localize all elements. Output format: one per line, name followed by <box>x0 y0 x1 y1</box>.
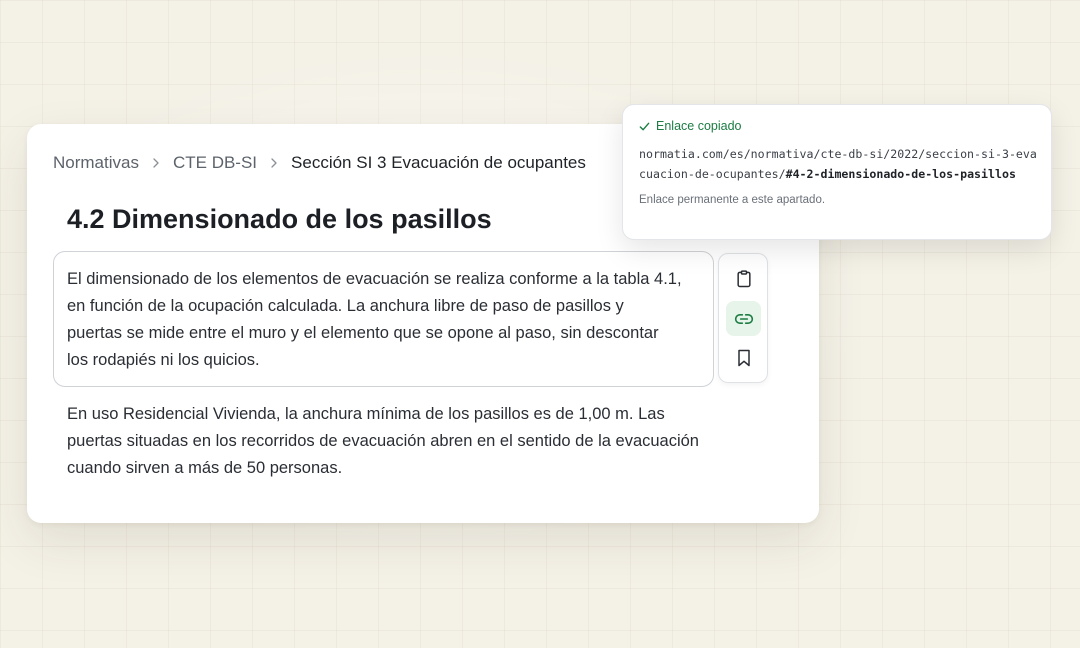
copy-link-button[interactable] <box>726 301 761 336</box>
link-copied-popover: Enlace copiado normatia.com/es/normativa… <box>622 104 1052 240</box>
permalink-url-anchor: #4-2-dimensionado-de-los-pasillos <box>785 167 1016 181</box>
breadcrumb-item-normativas[interactable]: Normativas <box>53 153 139 173</box>
bookmark-button[interactable] <box>726 340 761 375</box>
permalink-url[interactable]: normatia.com/es/normativa/cte-db-si/2022… <box>639 144 1039 184</box>
copy-status: Enlace copiado <box>639 118 1035 134</box>
section-title: 4.2 Dimensionado de los pasillos <box>67 204 492 234</box>
selected-paragraph-text: El dimensionado de los elementos de evac… <box>67 270 682 369</box>
copy-status-text: Enlace copiado <box>656 119 742 133</box>
breadcrumb: Normativas CTE DB-SI Sección SI 3 Evacua… <box>53 153 586 173</box>
paragraph-text: En uso Residencial Vivienda, la anchura … <box>67 405 699 477</box>
selected-paragraph[interactable]: El dimensionado de los elementos de evac… <box>53 251 714 387</box>
link-icon <box>734 313 753 324</box>
check-icon <box>639 122 650 130</box>
permalink-note: Enlace permanente a este apartado. <box>639 194 826 206</box>
copy-text-button[interactable] <box>726 261 761 296</box>
chevron-right-icon <box>151 158 161 168</box>
clipboard-icon <box>736 269 751 287</box>
breadcrumb-item-cte-db-si[interactable]: CTE DB-SI <box>173 153 257 173</box>
paragraph-toolbar <box>718 253 768 383</box>
breadcrumb-current: Sección SI 3 Evacuación de ocupantes <box>291 153 586 172</box>
chevron-right-icon <box>269 158 279 168</box>
bookmark-icon <box>737 349 750 366</box>
